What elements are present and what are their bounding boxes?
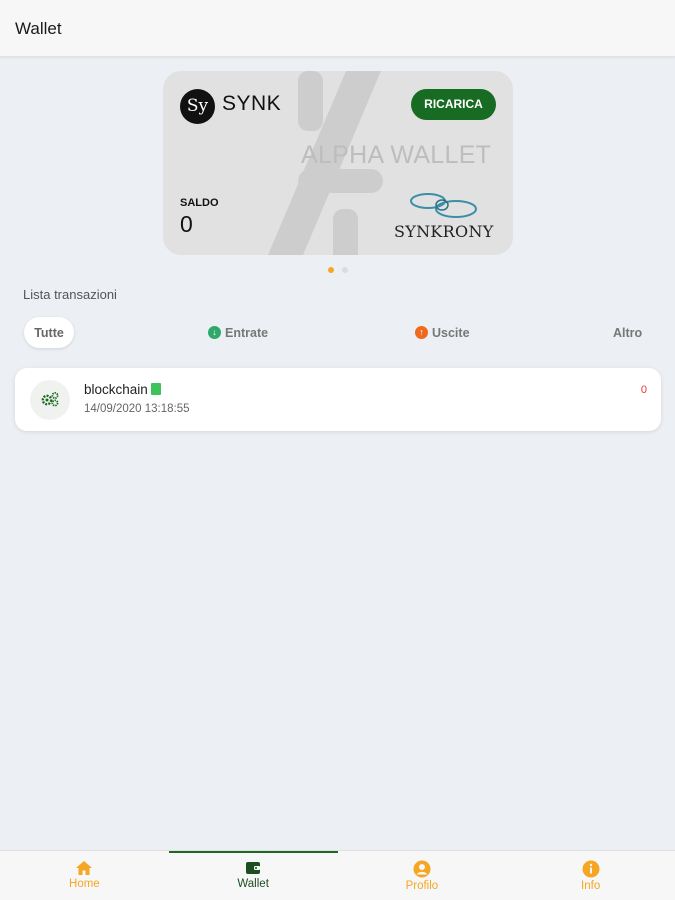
filter-all-tab[interactable]: Tutte bbox=[24, 317, 74, 348]
transaction-name: blockchain bbox=[84, 382, 161, 397]
transaction-amount: 0 bbox=[640, 384, 647, 396]
nav-home[interactable]: Home bbox=[0, 851, 169, 900]
transaction-item[interactable]: blockchain 14/09/2020 13:18:55 0 bbox=[15, 368, 661, 431]
arrow-up-icon: ↑ bbox=[415, 326, 428, 339]
nav-info-label: Info bbox=[581, 880, 601, 892]
transaction-date: 14/09/2020 13:18:55 bbox=[84, 403, 190, 415]
nav-wallet[interactable]: Wallet bbox=[168, 851, 338, 900]
green-badge-icon bbox=[150, 383, 161, 395]
info-icon bbox=[582, 860, 600, 878]
filter-other-tab[interactable]: Altro bbox=[613, 317, 642, 348]
synkrony-logo-text: SYNKRONY bbox=[394, 222, 494, 241]
nav-profile-label: Profilo bbox=[405, 880, 439, 892]
nav-home-label: Home bbox=[69, 878, 100, 890]
balance-label: SALDO bbox=[180, 197, 219, 209]
balance-value: 0 bbox=[180, 211, 193, 237]
carousel-dot[interactable] bbox=[342, 267, 348, 273]
filter-income-label: Entrate bbox=[225, 325, 269, 340]
topup-button[interactable]: RICARICA bbox=[411, 89, 496, 120]
transactions-section-title: Lista transazioni bbox=[23, 287, 117, 302]
filter-expense-tab[interactable]: ↑ Uscite bbox=[415, 317, 470, 348]
filter-other-label: Altro bbox=[613, 325, 643, 340]
arrow-down-icon: ↓ bbox=[208, 326, 221, 339]
nav-info[interactable]: Info bbox=[506, 851, 675, 900]
card-brand: SYNK bbox=[222, 92, 282, 115]
cogs-icon bbox=[30, 380, 70, 420]
filter-income-tab[interactable]: ↓ Entrate bbox=[208, 317, 268, 348]
synk-logo-icon: Sy bbox=[180, 89, 215, 124]
carousel-dot-active[interactable] bbox=[328, 267, 334, 273]
synkrony-logo-icon bbox=[410, 193, 477, 218]
transaction-name-text: blockchain bbox=[84, 382, 148, 397]
filter-expense-label: Uscite bbox=[432, 325, 470, 340]
home-icon bbox=[76, 861, 93, 875]
filter-all-label: Tutte bbox=[34, 325, 64, 340]
wallet-card[interactable]: Sy SYNK RICARICA ALPHA WALLET SALDO 0 SY… bbox=[163, 71, 513, 255]
user-circle-icon bbox=[413, 860, 431, 878]
nav-profile[interactable]: Profilo bbox=[338, 851, 507, 900]
nav-wallet-label: Wallet bbox=[237, 878, 269, 890]
wallet-icon bbox=[246, 862, 261, 874]
card-title: ALPHA WALLET bbox=[301, 141, 492, 169]
page-title: Wallet bbox=[15, 19, 62, 38]
bottom-navigation: Home Wallet Profilo Info bbox=[0, 850, 675, 900]
app-bar: Wallet bbox=[0, 0, 675, 57]
